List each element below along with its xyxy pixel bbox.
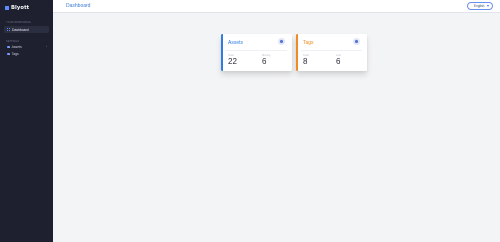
circle-dot-icon xyxy=(7,52,10,56)
section-title-workspace: Your workspace xyxy=(6,21,31,24)
brand-name: Blyott xyxy=(11,5,30,11)
card-title: Assets xyxy=(228,40,244,46)
tags-card-button[interactable] xyxy=(353,38,360,45)
stat-value: 6 xyxy=(262,57,267,66)
target-icon xyxy=(354,39,359,44)
card-title: Tags xyxy=(303,40,314,46)
language-label: English xyxy=(474,4,485,8)
topbar: Dashboard English xyxy=(53,0,500,13)
assets-card-button[interactable] xyxy=(278,38,285,45)
stat-total: Total 8 xyxy=(303,54,308,66)
dashboard-icon xyxy=(7,28,10,31)
language-select[interactable]: English xyxy=(467,2,493,10)
brand[interactable]: Blyott xyxy=(0,0,53,12)
sidebar-item-label: Tags xyxy=(11,52,19,56)
stat-lost: Lost 6 xyxy=(336,54,341,66)
stat-value: 22 xyxy=(228,57,237,66)
chevron-right-icon[interactable]: › xyxy=(46,45,47,48)
sidebar-item-dashboard[interactable]: Dashboard xyxy=(4,26,49,33)
assets-card[interactable]: Assets Total 22 Moving 6 xyxy=(221,34,292,71)
stat-value: 8 xyxy=(303,57,308,66)
sidebar-item-label: Assets xyxy=(11,45,22,49)
sidebar-item-tags[interactable]: Tags xyxy=(4,51,49,57)
grid-logo-icon xyxy=(5,6,9,10)
page-title: Dashboard xyxy=(66,3,91,9)
target-icon xyxy=(279,39,284,44)
card-accent xyxy=(296,34,298,71)
stat-moving: Moving 6 xyxy=(262,54,270,66)
sidebar: Blyott Your workspace Dashboard Settings… xyxy=(0,0,53,242)
sidebar-item-label: Dashboard xyxy=(12,27,29,32)
stat-value: 6 xyxy=(336,57,341,66)
stat-total: Total 22 xyxy=(228,54,237,66)
card-accent xyxy=(221,34,223,71)
tags-card[interactable]: Tags Total 8 Lost 6 xyxy=(296,34,367,71)
circle-dot-icon xyxy=(7,45,10,49)
sidebar-item-assets[interactable]: Assets › xyxy=(4,44,49,50)
caret-down-icon xyxy=(487,5,489,7)
section-title-settings: Settings xyxy=(6,40,19,43)
